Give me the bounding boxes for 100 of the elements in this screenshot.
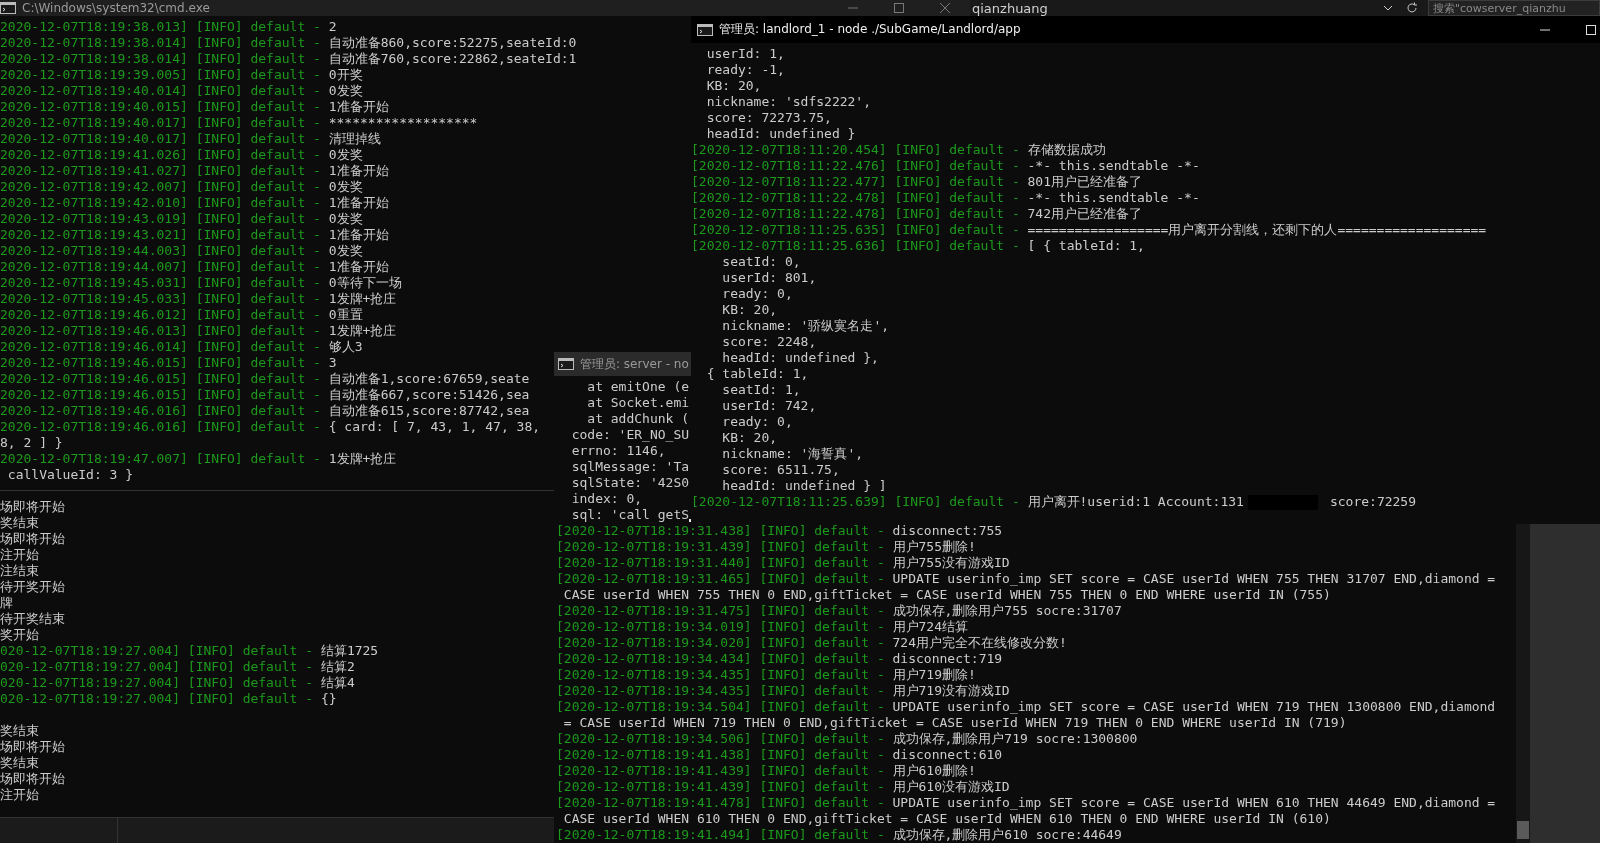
log-prefix: 2020-12-07T18:19:41.026] [INFO] default - — [0, 147, 321, 163]
log-prefix: [2020-12-07T18:19:31.465] [INFO] default - — [556, 571, 885, 587]
log-message: 0发奖 — [328, 211, 363, 227]
log-message: -*- this.sendtable -*- — [1027, 190, 1200, 206]
log-prefix: 2020-12-07T18:19:41.027] [INFO] default - — [0, 163, 321, 179]
close-icon[interactable] — [940, 3, 950, 13]
log-message: 0重置 — [328, 307, 363, 323]
log-message: 1准备开始 — [328, 259, 389, 275]
log-message: {} — [320, 691, 337, 707]
log-message: 742用户已经准备了 — [1027, 206, 1143, 222]
console-line: 场即将开始 — [0, 531, 65, 547]
log-prefix: [2020-12-07T18:11:25.639] [INFO] default - — [691, 494, 1020, 510]
log-message: 用户719删除! — [892, 667, 976, 683]
console-line: index: 0, — [570, 491, 643, 507]
log-message: 自动准备615,score:87742,sea — [328, 403, 530, 419]
console-line: 8, 2 ] } — [0, 435, 63, 451]
console-line: seatId: 1, — [721, 382, 801, 398]
console-line: errno: 1146, — [570, 443, 666, 459]
console-line: nickname: '海誓真', — [721, 446, 864, 462]
console-line: at addChunk ( — [586, 411, 690, 427]
log-prefix: [2020-12-07T18:19:34.506] [INFO] default - — [556, 731, 885, 747]
console-line: ready: 0, — [721, 414, 793, 430]
log-message: 自动准备667,score:51426,sea — [328, 387, 530, 403]
log-prefix: 020-12-07T18:19:27.004] [INFO] default - — [0, 643, 314, 659]
log-message: 1准备开始 — [328, 163, 389, 179]
log-message: UPDATE userinfo_imp SET score = CASE userId WHEN 755 THEN 31707 END,diamond = — [892, 571, 1496, 587]
log-prefix: 2020-12-07T18:19:46.013] [INFO] default - — [0, 323, 321, 339]
log-prefix: 2020-12-07T18:19:38.014] [INFO] default - — [0, 51, 321, 67]
console-icon — [558, 358, 574, 370]
log-prefix: [2020-12-07T18:19:31.438] [INFO] default - — [556, 523, 885, 539]
log-message: score:72259 — [1329, 494, 1416, 510]
console-line: headId: undefined } ] — [721, 478, 887, 494]
log-prefix: 2020-12-07T18:19:46.015] [INFO] default - — [0, 355, 321, 371]
console-line: KB: 20, — [721, 302, 778, 318]
console-line: 牌 — [0, 595, 13, 611]
log-prefix: [2020-12-07T18:11:22.477] [INFO] default - — [691, 174, 1020, 190]
console-line: nickname: '骄纵寞名走', — [721, 318, 890, 334]
log-prefix: [2020-12-07T18:11:20.454] [INFO] default - — [691, 142, 1020, 158]
log-prefix: [2020-12-07T18:19:34.435] [INFO] default - — [556, 683, 885, 699]
log-message: { card: [ 7, 43, 1, 47, 38, — [328, 419, 541, 435]
console-line: sqlState: '42S0 — [570, 475, 690, 491]
log-message: 自动准备760,score:22862,seateId:1 — [328, 51, 577, 67]
console-line: 待开奖开始 — [0, 579, 65, 595]
console-line: headId: undefined } — [705, 126, 856, 142]
console-line: 奖开始 — [0, 627, 39, 643]
console-line: userId: 742, — [721, 398, 817, 414]
scrollbar[interactable] — [1516, 524, 1530, 843]
console-line: seatId: 0, — [721, 254, 801, 270]
log-message: 自动准备1,score:67659,seate — [328, 371, 530, 387]
log-prefix: 2020-12-07T18:19:46.014] [INFO] default - — [0, 339, 321, 355]
log-prefix: 2020-12-07T18:19:46.012] [INFO] default - — [0, 307, 321, 323]
console-line: callValueId: 3 } — [6, 467, 134, 483]
log-message: 用户610没有游戏ID — [892, 779, 1010, 795]
log-message: 1准备开始 — [328, 195, 389, 211]
log-prefix: [2020-12-07T18:19:41.439] [INFO] default - — [556, 779, 885, 795]
console-line: code: 'ER_NO_SU — [570, 427, 690, 443]
console-line: score: 2248, — [721, 334, 817, 350]
console-line: ready: 0, — [721, 286, 793, 302]
log-prefix: 2020-12-07T18:19:40.014] [INFO] default - — [0, 83, 321, 99]
console-line: 注开始 — [0, 547, 39, 563]
console-line: CASE userId WHEN 610 THEN 0 END,giftTicket = CASE userId WHEN 610 THEN 0 END WHERE userId IN (610) — [562, 811, 1331, 827]
log-message: 724用户完全不在线修改分数! — [892, 635, 1067, 651]
log-prefix: 2020-12-07T18:19:45.033] [INFO] default - — [0, 291, 321, 307]
console-line: 奖结束 — [0, 755, 39, 771]
log-prefix: 2020-12-07T18:19:42.007] [INFO] default - — [0, 179, 321, 195]
console-line: ready: -1, — [705, 62, 785, 78]
log-prefix: [2020-12-07T18:19:41.478] [INFO] default - — [556, 795, 885, 811]
console-line: 注结束 — [0, 563, 39, 579]
console-line: 场即将开始 — [0, 771, 65, 787]
log-prefix: 2020-12-07T18:19:40.017] [INFO] default - — [0, 115, 321, 131]
console-line: at emitOne (e — [586, 379, 690, 395]
log-message: 结算2 — [320, 659, 355, 675]
log-message: 成功保存,删除用户719 socre:1300800 — [892, 731, 1138, 747]
address-bar[interactable]: qianzhuang — [970, 0, 1380, 16]
log-prefix: [2020-12-07T18:19:41.438] [INFO] default - — [556, 747, 885, 763]
search-field[interactable]: 搜索"cowserver_qianzhu — [1428, 0, 1600, 16]
log-prefix: [2020-12-07T18:11:22.476] [INFO] default - — [691, 158, 1020, 174]
log-prefix: 2020-12-07T18:19:46.015] [INFO] default - — [0, 387, 321, 403]
console-line: = CASE userId WHEN 719 THEN 0 END,giftTicket = CASE userId WHEN 719 THEN 0 END WHERE userId IN (719) — [562, 715, 1347, 731]
log-message: UPDATE userinfo_imp SET score = CASE userId WHEN 610 THEN 44649 END,diamond = — [892, 795, 1496, 811]
minimize-icon[interactable] — [1540, 28, 1550, 31]
log-message: 用户755没有游戏ID — [892, 555, 1010, 571]
log-message: 结算1725 — [320, 643, 379, 659]
log-prefix: [2020-12-07T18:11:22.478] [INFO] default - — [691, 190, 1020, 206]
log-prefix: [2020-12-07T18:19:34.434] [INFO] default - — [556, 651, 885, 667]
log-prefix: 2020-12-07T18:19:43.019] [INFO] default - — [0, 211, 321, 227]
log-message: 自动准备860,score:52275,seateId:0 — [328, 35, 577, 51]
refresh-icon[interactable] — [1404, 0, 1420, 16]
log-message: 2 — [328, 19, 337, 35]
log-message: 0发奖 — [328, 243, 363, 259]
log-prefix: 2020-12-07T18:19:42.010] [INFO] default - — [0, 195, 321, 211]
log-prefix: 2020-12-07T18:19:47.007] [INFO] default - — [0, 451, 321, 467]
console-line: 注开始 — [0, 787, 39, 803]
scrollbar-thumb[interactable] — [1517, 821, 1529, 839]
log-message: 0发奖 — [328, 83, 363, 99]
log-message: ==================用户离开分割线，还剩下的人=================== — [1027, 222, 1487, 238]
log-message: UPDATE userinfo_imp SET score = CASE userId WHEN 719 THEN 1300800 END,diamond — [892, 699, 1496, 715]
log-prefix: 020-12-07T18:19:27.004] [INFO] default - — [0, 659, 314, 675]
log-prefix: 2020-12-07T18:19:40.017] [INFO] default - — [0, 131, 321, 147]
console-line: 待开奖结束 — [0, 611, 65, 627]
